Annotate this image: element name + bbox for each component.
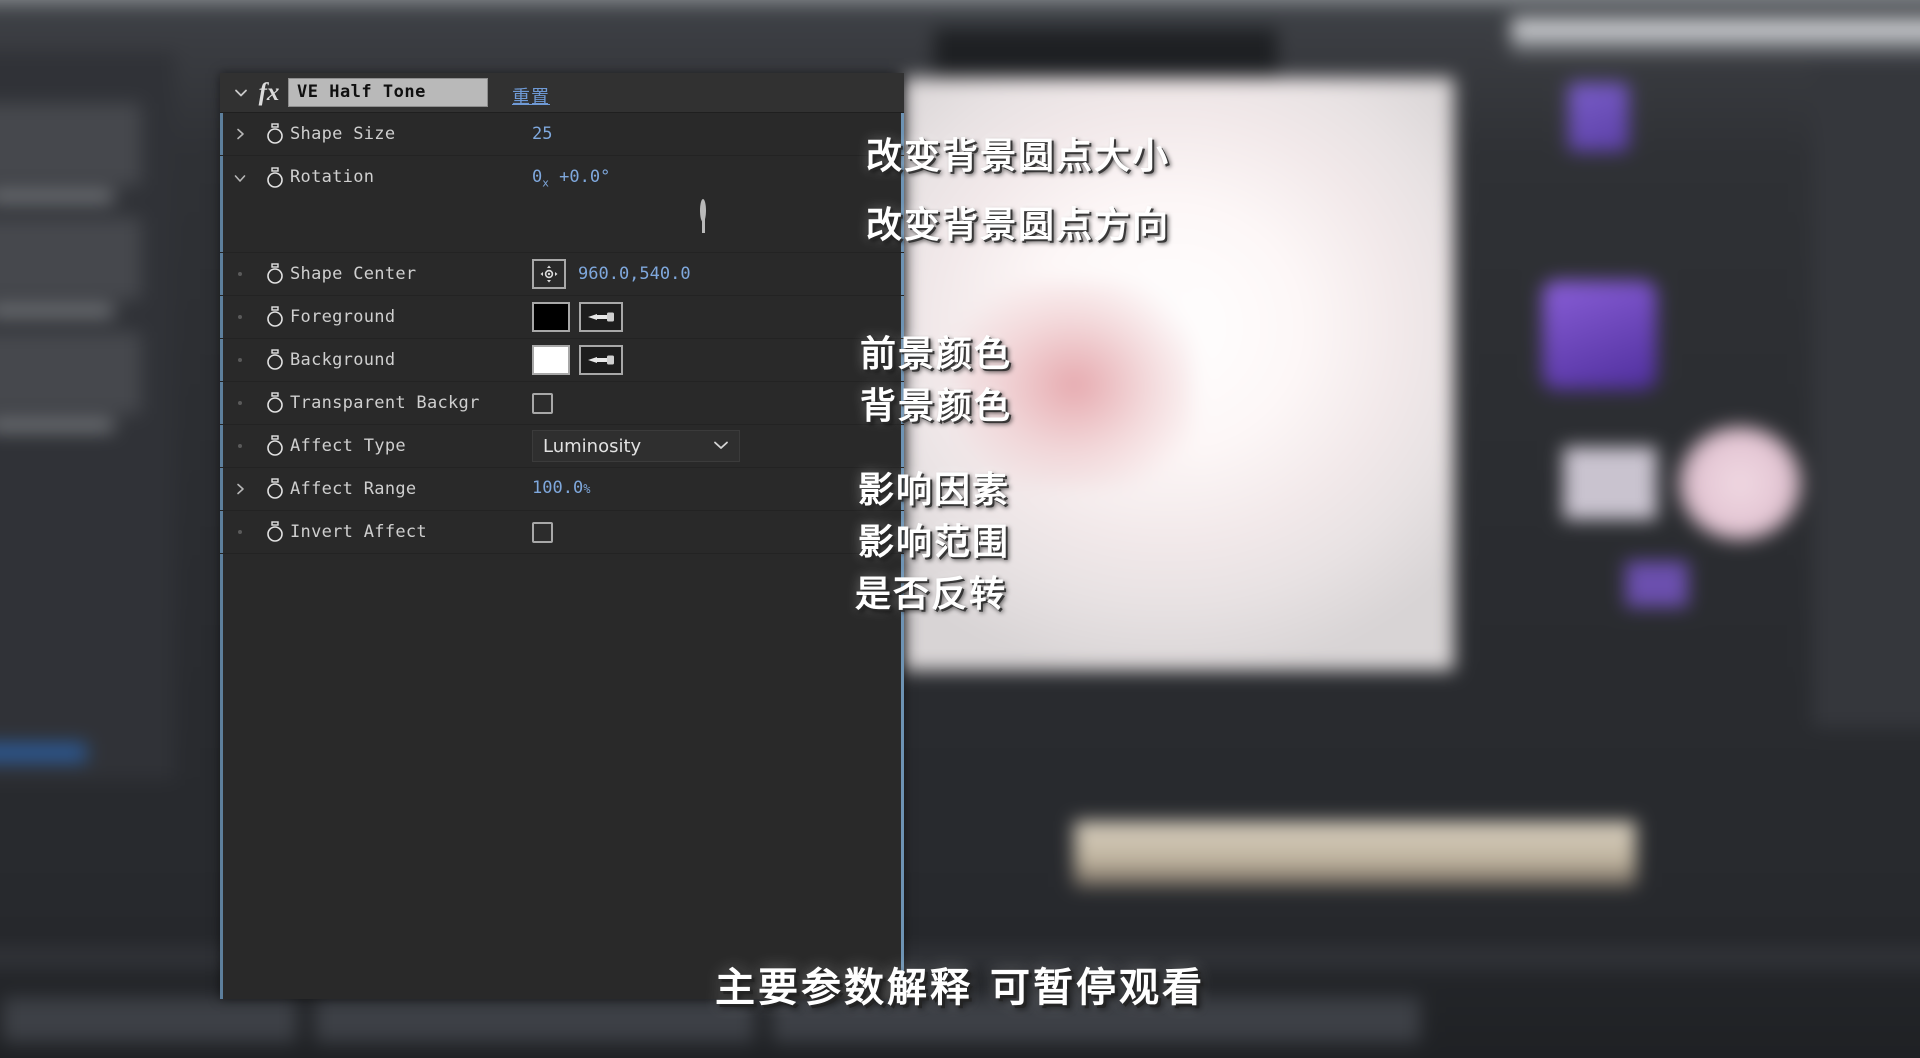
stopwatch-icon[interactable] bbox=[260, 113, 290, 156]
annotation-invert-affect: 是否反转 bbox=[855, 574, 1008, 615]
rotation-value[interactable]: 0x +0.0° bbox=[532, 156, 610, 204]
affect-type-bullet bbox=[220, 425, 260, 468]
affect-range-value[interactable]: 100.0% bbox=[532, 467, 590, 511]
property-row-background[interactable]: Background bbox=[220, 339, 904, 382]
stopwatch-icon[interactable] bbox=[260, 253, 290, 296]
stopwatch-icon[interactable] bbox=[260, 382, 290, 425]
affect-range-number[interactable]: 100.0 bbox=[532, 478, 583, 498]
annotation-foreground: 前景颜色 bbox=[860, 334, 1013, 375]
invert-affect-bullet bbox=[220, 511, 260, 554]
property-label: Background bbox=[290, 349, 396, 370]
annotation-background: 背景颜色 bbox=[860, 386, 1013, 427]
property-label: Shape Size bbox=[290, 123, 396, 144]
rotation-revolutions[interactable]: 0 bbox=[532, 167, 542, 187]
eyedropper-icon[interactable] bbox=[579, 345, 623, 375]
invert-affect-checkbox[interactable] bbox=[532, 521, 553, 543]
annotation-rotation: 改变背景圆点方向 bbox=[866, 205, 1171, 246]
property-label: Transparent Backgr bbox=[290, 392, 480, 413]
property-label: Foreground bbox=[290, 306, 396, 327]
stopwatch-icon[interactable] bbox=[260, 339, 290, 382]
foreground-color-swatch[interactable] bbox=[532, 302, 570, 332]
transparent-bg-bullet bbox=[220, 382, 260, 425]
effect-controls-panel: fx VE Half Tone 重置 Shape Size 25 Rotatio… bbox=[220, 73, 904, 999]
background-bullet bbox=[220, 339, 260, 382]
property-row-affect-range[interactable]: Affect Range 100.0% bbox=[220, 468, 904, 511]
affect-range-twirl-icon[interactable] bbox=[220, 468, 260, 511]
property-label: Shape Center bbox=[290, 263, 417, 284]
stopwatch-icon[interactable] bbox=[260, 468, 290, 511]
shape-center-bullet bbox=[220, 253, 260, 296]
property-label: Rotation bbox=[290, 167, 375, 187]
screen: fx VE Half Tone 重置 Shape Size 25 Rotatio… bbox=[0, 0, 1920, 1058]
property-row-rotation[interactable]: Rotation 0x +0.0° bbox=[220, 156, 904, 253]
property-row-affect-type[interactable]: Affect Type Luminosity bbox=[220, 425, 904, 468]
reset-link[interactable]: 重置 bbox=[512, 83, 550, 109]
rotation-x-unit: x bbox=[542, 176, 549, 190]
effect-twirl-icon[interactable] bbox=[228, 80, 254, 106]
effect-header[interactable]: fx VE Half Tone 重置 bbox=[220, 73, 904, 113]
affect-range-unit: % bbox=[583, 482, 591, 496]
annotation-affect-type: 影响因素 bbox=[858, 470, 1011, 511]
chevron-down-icon bbox=[713, 437, 729, 455]
annotation-shape-size: 改变背景圆点大小 bbox=[866, 136, 1171, 177]
stopwatch-icon[interactable] bbox=[260, 511, 290, 554]
shape-center-value[interactable]: 960.0,540.0 bbox=[578, 253, 691, 296]
background-color-swatch[interactable] bbox=[532, 345, 570, 375]
property-label: Affect Type bbox=[290, 435, 406, 456]
property-row-foreground[interactable]: Foreground bbox=[220, 296, 904, 339]
effect-name-field[interactable]: VE Half Tone bbox=[288, 78, 488, 107]
stopwatch-icon[interactable] bbox=[260, 296, 290, 339]
affect-type-value: Luminosity bbox=[543, 435, 642, 457]
rotation-twirl-icon[interactable] bbox=[220, 156, 260, 199]
property-label: Invert Affect bbox=[290, 521, 427, 542]
stopwatch-icon[interactable] bbox=[260, 425, 290, 468]
property-row-shape-center[interactable]: Shape Center 960.0,540.0 bbox=[220, 253, 904, 296]
eyedropper-icon[interactable] bbox=[579, 302, 623, 332]
property-row-invert-affect[interactable]: Invert Affect bbox=[220, 511, 904, 554]
shape-size-twirl-icon[interactable] bbox=[220, 113, 260, 156]
property-row-transparent-background[interactable]: Transparent Backgr bbox=[220, 382, 904, 425]
annotation-affect-range: 影响范围 bbox=[858, 522, 1011, 563]
subtitle-text: 主要参数解释 可暂停观看 bbox=[715, 965, 1205, 1011]
fx-icon[interactable]: fx bbox=[254, 78, 284, 108]
crosshair-target-icon[interactable] bbox=[532, 259, 566, 289]
foreground-bullet bbox=[220, 296, 260, 339]
transparent-background-checkbox[interactable] bbox=[532, 392, 553, 414]
shape-size-value[interactable]: 25 bbox=[532, 113, 552, 156]
angle-dial-icon[interactable] bbox=[700, 199, 706, 233]
stopwatch-icon[interactable] bbox=[260, 156, 290, 199]
property-row-shape-size[interactable]: Shape Size 25 bbox=[220, 113, 904, 156]
affect-type-dropdown[interactable]: Luminosity bbox=[532, 430, 740, 462]
rotation-degrees[interactable]: +0.0° bbox=[559, 167, 610, 187]
property-label: Affect Range bbox=[290, 478, 417, 499]
dial-needle bbox=[701, 205, 705, 233]
